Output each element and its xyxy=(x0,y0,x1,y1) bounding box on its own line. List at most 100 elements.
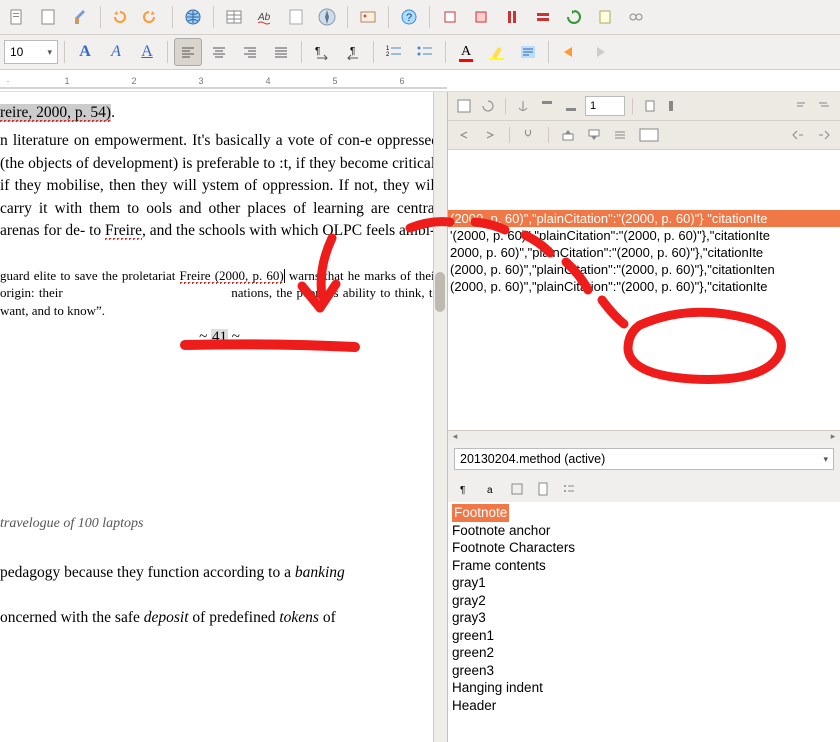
para-ltr-icon[interactable]: ¶ xyxy=(308,38,336,66)
zotero-c-icon[interactable] xyxy=(498,3,526,31)
help-icon[interactable]: ? xyxy=(395,3,423,31)
svg-text:5: 5 xyxy=(332,76,337,86)
navigator-content[interactable]: (2000, p. 60)","plainCitation":"(2000, p… xyxy=(448,150,840,430)
scroll-left-icon[interactable]: ◂ xyxy=(448,431,462,442)
paragraph-bg-icon[interactable] xyxy=(514,38,542,66)
style-list[interactable]: Footnote Footnote anchor Footnote Charac… xyxy=(448,502,840,742)
nav-anchor-icon[interactable] xyxy=(513,96,533,116)
nav-list-icon[interactable] xyxy=(610,125,630,145)
nav-header-icon[interactable] xyxy=(537,96,557,116)
style-item[interactable]: Footnote anchor xyxy=(452,522,836,540)
nav-footer-icon[interactable] xyxy=(561,96,581,116)
scroll-right-icon[interactable]: ▸ xyxy=(826,431,840,442)
citation-field: reire, 2000, p. 54). xyxy=(0,102,439,124)
spellcheck-icon[interactable]: Ab xyxy=(251,3,279,31)
font-color-icon[interactable]: A xyxy=(452,38,480,66)
svg-text:1: 1 xyxy=(64,76,69,86)
nav-hdg-left-icon[interactable] xyxy=(454,125,474,145)
navigator-icon[interactable] xyxy=(313,3,341,31)
doc-properties-icon[interactable] xyxy=(4,3,32,31)
align-left-icon[interactable] xyxy=(174,38,202,66)
nav-headings-icon[interactable] xyxy=(636,125,664,145)
navigator-toolbar-2 xyxy=(448,121,840,150)
citation-row[interactable]: (2000, p. 60)","plainCitation":"(2000, p… xyxy=(448,261,840,278)
undo-icon[interactable] xyxy=(107,3,135,31)
nav-indent-icon[interactable] xyxy=(814,125,834,145)
gallery-icon[interactable] xyxy=(354,3,382,31)
redo-icon[interactable] xyxy=(138,3,166,31)
para-rtl-icon[interactable]: ¶ xyxy=(339,38,367,66)
navigator-hscroll[interactable]: ◂ ▸ xyxy=(448,430,840,442)
style-item[interactable]: Footnote Characters xyxy=(452,539,836,557)
bold-icon[interactable]: A xyxy=(71,38,99,66)
zotero-refresh-icon[interactable] xyxy=(560,3,588,31)
style-item[interactable]: green2 xyxy=(452,644,836,662)
hyperlink-icon[interactable] xyxy=(179,3,207,31)
style-item[interactable]: Header xyxy=(452,697,836,715)
highlight-icon[interactable] xyxy=(483,38,511,66)
italic-icon[interactable]: A xyxy=(102,38,130,66)
nav-promote-icon[interactable] xyxy=(790,96,810,116)
nav-reminder-icon[interactable] xyxy=(664,96,684,116)
nav-drag-icon[interactable] xyxy=(640,96,660,116)
style-item[interactable]: Hanging indent xyxy=(452,679,836,697)
align-justify-icon[interactable] xyxy=(267,38,295,66)
citation-row-selected[interactable]: (2000, p. 60)","plainCitation":"(2000, p… xyxy=(448,210,840,227)
svg-text:¶: ¶ xyxy=(315,46,320,57)
frame-style-icon[interactable] xyxy=(507,479,527,499)
nav-clip-icon[interactable] xyxy=(519,125,539,145)
style-item[interactable]: green3 xyxy=(452,662,836,680)
number-list-icon[interactable]: 12 xyxy=(380,38,408,66)
zotero-d-icon[interactable] xyxy=(529,3,557,31)
format-toolbar: 10 ▾ A A A ¶ ¶ 12 A xyxy=(0,35,840,70)
nav-outdent-icon[interactable] xyxy=(788,125,808,145)
nav-reload-icon[interactable] xyxy=(478,96,498,116)
zotero-b-icon[interactable] xyxy=(467,3,495,31)
citation-row[interactable]: 2000, p. 60)","plainCitation":"(2000, p.… xyxy=(448,244,840,261)
zotero-a-icon[interactable] xyxy=(436,3,464,31)
svg-text:¶: ¶ xyxy=(460,485,465,496)
para-style-icon[interactable]: ¶ xyxy=(455,479,475,499)
page-icon[interactable] xyxy=(282,3,310,31)
bullet-list-icon[interactable] xyxy=(411,38,439,66)
align-right-icon[interactable] xyxy=(236,38,264,66)
citation-row[interactable]: (2000, p. 60)","plainCitation":"(2000, p… xyxy=(448,278,840,295)
nav-ch-up-icon[interactable] xyxy=(558,125,578,145)
style-item[interactable]: green1 xyxy=(452,627,836,645)
zotero-unlink-icon[interactable] xyxy=(622,3,650,31)
nav-demote-icon[interactable] xyxy=(814,96,834,116)
side-panels: (2000, p. 60)","plainCitation":"(2000, p… xyxy=(447,92,840,742)
page-number: ~ 41 ~ xyxy=(0,329,439,346)
format-paintbrush-icon[interactable] xyxy=(66,3,94,31)
page-style-icon[interactable] xyxy=(533,479,553,499)
scroll-thumb[interactable] xyxy=(435,272,445,312)
style-item[interactable]: gray1 xyxy=(452,574,836,592)
char-style-icon[interactable]: a xyxy=(481,479,501,499)
style-item[interactable]: gray2 xyxy=(452,592,836,610)
new-doc-icon[interactable] xyxy=(35,3,63,31)
svg-text:?: ? xyxy=(406,12,412,24)
nav-toggle-icon[interactable] xyxy=(454,96,474,116)
nav-back-icon[interactable] xyxy=(555,38,583,66)
style-item-selected[interactable]: Footnote xyxy=(452,504,509,522)
zotero-prefs-icon[interactable] xyxy=(591,3,619,31)
nav-page-input[interactable] xyxy=(585,96,625,116)
document-view[interactable]: reire, 2000, p. 54). n literature on emp… xyxy=(0,92,447,742)
table-icon[interactable] xyxy=(220,3,248,31)
underline-icon[interactable]: A xyxy=(133,38,161,66)
svg-text:2: 2 xyxy=(131,76,136,86)
list-style-icon[interactable] xyxy=(559,479,579,499)
svg-text:6: 6 xyxy=(399,76,404,86)
align-center-icon[interactable] xyxy=(205,38,233,66)
navigator-doc-select[interactable]: 20130204.method (active) ▾ xyxy=(454,448,834,470)
nav-forward-icon[interactable] xyxy=(586,38,614,66)
style-item[interactable]: gray3 xyxy=(452,609,836,627)
nav-hdg-right-icon[interactable] xyxy=(480,125,500,145)
font-size-input[interactable]: 10 ▾ xyxy=(4,40,58,64)
nav-ch-down-icon[interactable] xyxy=(584,125,604,145)
citation-row[interactable]: '(2000, p. 60)","plainCitation":"(2000, … xyxy=(448,227,840,244)
scrollbar[interactable] xyxy=(433,92,447,742)
horizontal-ruler: · 12 34 56 xyxy=(0,70,840,92)
style-item[interactable]: Frame contents xyxy=(452,557,836,575)
styles-toolbar: ¶ a xyxy=(448,476,840,502)
